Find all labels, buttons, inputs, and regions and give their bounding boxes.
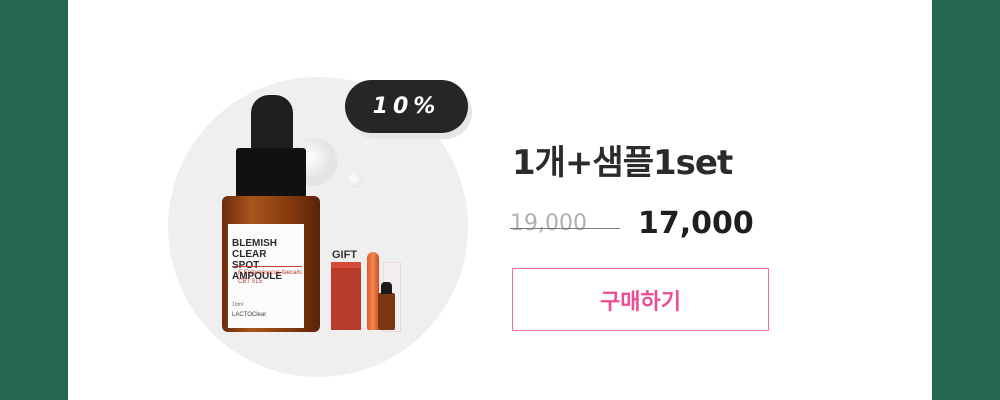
left-frame [0, 0, 68, 400]
bottle-label-volume: 10ml [232, 302, 243, 308]
buy-button-label: 구매하기 [600, 289, 681, 315]
right-frame [932, 0, 1000, 400]
bottle-label-divider [232, 266, 302, 267]
serum-droplet-small-image [347, 172, 363, 188]
bottle-label-code: CBT SL5 [238, 279, 263, 285]
original-price: 19,000 [510, 211, 587, 236]
gift-label: GIFT [332, 249, 358, 261]
dropper-collar [236, 148, 306, 198]
gift-box-image [331, 268, 361, 330]
price-strikethrough [510, 228, 620, 229]
gift-bottle-image [378, 293, 395, 330]
bottle-label-brand: LACTOClear [232, 312, 267, 318]
product-title: 1개+샘플1set [512, 143, 733, 183]
gift-bottle-cap [381, 282, 392, 294]
buy-button[interactable]: 구매하기 [512, 268, 769, 331]
sale-price: 17,000 [638, 206, 754, 241]
bottle-title-line1: BLEMISH CLEAR [232, 238, 277, 260]
discount-text: 10% [372, 94, 441, 119]
discount-badge: 10% [345, 80, 468, 133]
bottle-label-subtitle: E.Enterococcus faecalis [238, 270, 303, 276]
